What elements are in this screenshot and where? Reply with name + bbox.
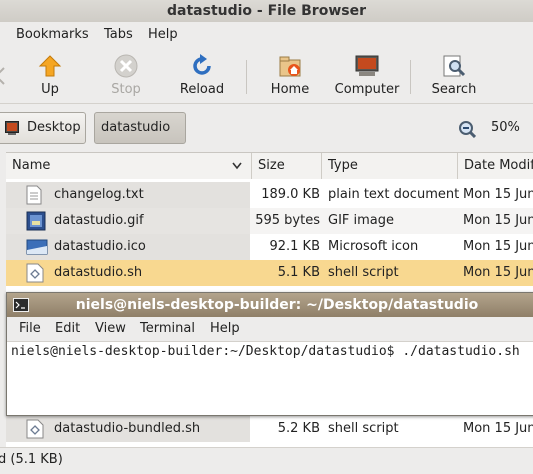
column-name-label: Name [12, 158, 51, 173]
menu-tabs[interactable]: Tabs [104, 27, 133, 42]
zoom-level[interactable]: 50% [491, 120, 520, 135]
stop-icon [114, 54, 138, 78]
terminal-menu-bar: File Edit View Terminal Help [7, 317, 533, 342]
menu-bar: Bookmarks Tabs Help [0, 22, 533, 48]
list-item[interactable]: datastudio.gif 595 bytes GIF image Mon 1… [6, 208, 533, 234]
sort-chevron-down-icon [232, 162, 242, 170]
breadcrumb-current-label: datastudio [101, 120, 171, 135]
window-title: datastudio - File Browser [167, 3, 366, 19]
file-size: 92.1 KB [269, 239, 320, 254]
list-item-selected[interactable]: datastudio.sh 5.1 KB shell script Mon 15… [6, 260, 533, 286]
menu-help[interactable]: Help [148, 27, 178, 42]
stop-label: Stop [111, 82, 141, 97]
status-text: d (5.1 KB) [0, 452, 63, 467]
file-size: 5.1 KB [277, 265, 320, 280]
computer-button[interactable]: Computer [327, 52, 407, 100]
terminal-menu-view[interactable]: View [95, 321, 126, 336]
file-size: 189.0 KB [261, 187, 320, 202]
column-type-label: Type [328, 158, 358, 173]
column-date[interactable]: Date Modif [458, 153, 533, 179]
file-type: Microsoft icon [328, 239, 419, 254]
reload-icon [193, 54, 211, 75]
column-date-label: Date Modif [464, 158, 533, 173]
zoom-out-icon[interactable] [458, 120, 476, 138]
desktop-icon [5, 121, 19, 135]
file-size: 5.2 KB [277, 421, 320, 436]
toolbar-separator [410, 60, 411, 94]
file-size: 595 bytes [255, 213, 320, 228]
breadcrumb-desktop[interactable]: Desktop [0, 112, 86, 144]
terminal-menu-edit[interactable]: Edit [55, 321, 80, 336]
toolbar: Up Stop Reload Home Computer Search [0, 48, 533, 104]
column-name[interactable]: Name [6, 153, 252, 179]
toolbar-separator [246, 60, 247, 94]
file-type: shell script [328, 421, 399, 436]
file-name: datastudio-bundled.sh [54, 421, 201, 436]
home-label: Home [270, 82, 310, 97]
up-label: Up [41, 82, 59, 97]
file-type: shell script [328, 265, 399, 280]
list-item[interactable]: changelog.txt 189.0 KB plain text docume… [6, 182, 533, 208]
home-button[interactable]: Home [250, 52, 330, 100]
file-type: GIF image [328, 213, 395, 228]
column-size-label: Size [258, 158, 285, 173]
stop-button[interactable]: Stop [86, 52, 166, 100]
list-header: Name Size Type Date Modif [6, 152, 533, 180]
terminal-menu-terminal[interactable]: Terminal [140, 321, 195, 336]
terminal-window[interactable]: niels@niels-desktop-builder: ~/Desktop/d… [6, 292, 533, 416]
list-item[interactable]: datastudio-bundled.sh 5.2 KB shell scrip… [6, 416, 533, 442]
search-icon [443, 55, 466, 77]
file-name: datastudio.sh [54, 265, 143, 280]
home-icon [279, 56, 301, 77]
file-name: datastudio.gif [54, 213, 144, 228]
terminal-title: niels@niels-desktop-builder: ~/Desktop/d… [75, 297, 479, 313]
terminal-menu-file[interactable]: File [19, 321, 41, 336]
file-name: datastudio.ico [54, 239, 146, 254]
up-arrow-icon [38, 55, 62, 77]
terminal-title-bar[interactable]: niels@niels-desktop-builder: ~/Desktop/d… [7, 293, 533, 317]
reload-label: Reload [179, 82, 225, 97]
file-date: Mon 15 Jun [463, 421, 533, 436]
computer-icon [355, 55, 379, 76]
script-file-icon [26, 263, 44, 283]
column-type[interactable]: Type [322, 153, 458, 179]
terminal-output[interactable]: niels@niels-desktop-builder:~/Desktop/da… [7, 342, 533, 414]
terminal-line: niels@niels-desktop-builder:~/Desktop/da… [11, 344, 520, 359]
location-bar: Desktop datastudio 50% [0, 104, 533, 150]
file-date: Mon 15 Jun [463, 213, 533, 228]
window-title-bar[interactable]: datastudio - File Browser [0, 0, 533, 22]
file-type: plain text document [328, 187, 460, 202]
up-button[interactable]: Up [10, 52, 90, 100]
file-date: Mon 15 Jun [463, 187, 533, 202]
reload-button[interactable]: Reload [162, 52, 242, 100]
search-button[interactable]: Search [414, 52, 494, 100]
breadcrumb-datastudio[interactable]: datastudio [94, 112, 186, 144]
script-file-icon [26, 419, 44, 439]
breadcrumb-desktop-label: Desktop [27, 120, 81, 135]
file-date: Mon 15 Jun [463, 239, 533, 254]
back-arrow-icon[interactable] [0, 66, 6, 86]
list-item[interactable]: datastudio.ico 92.1 KB Microsoft icon Mo… [6, 234, 533, 260]
terminal-icon [13, 298, 29, 312]
terminal-menu-help[interactable]: Help [210, 321, 240, 336]
column-size[interactable]: Size [252, 153, 322, 179]
search-label: Search [431, 82, 477, 97]
status-bar: d (5.1 KB) [0, 447, 533, 474]
computer-label: Computer [334, 82, 400, 97]
file-date: Mon 15 Jun [463, 265, 533, 280]
file-name: changelog.txt [54, 187, 144, 202]
menu-bookmarks[interactable]: Bookmarks [16, 27, 89, 42]
